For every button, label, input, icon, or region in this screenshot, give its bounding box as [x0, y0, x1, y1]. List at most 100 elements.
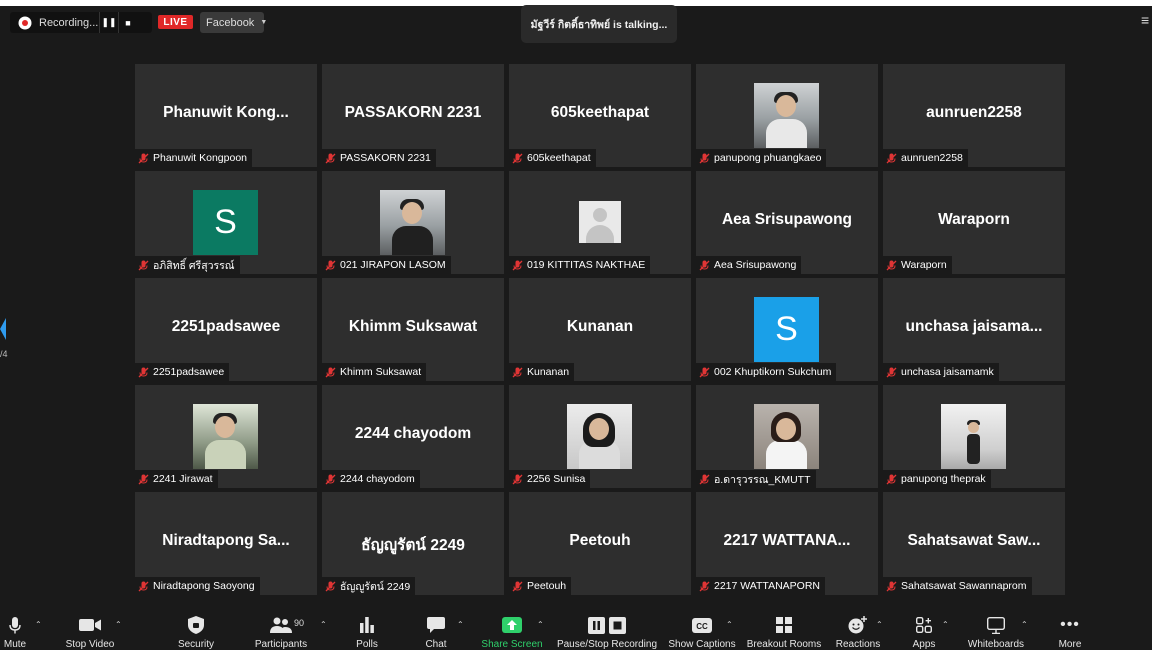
cloud-record-icon [18, 16, 32, 29]
previous-page-arrow-icon[interactable] [0, 318, 6, 340]
participant-tile[interactable]: Phanuwit Kong... Phanuwit Kongpoon [135, 64, 317, 167]
captions-options-caret-icon[interactable]: ⌃ [726, 620, 733, 629]
participant-tile[interactable]: 2256 Sunisa [509, 385, 691, 488]
muted-microphone-icon [325, 153, 336, 163]
security-button[interactable]: Security [175, 610, 217, 650]
whiteboards-options-caret-icon[interactable]: ⌃ [1021, 620, 1028, 629]
participant-display-name: Sahatsawat Saw... [907, 532, 1041, 549]
participant-name-text: panupong phuangkaeo [714, 152, 822, 164]
stop-recording-button[interactable]: ■ [118, 12, 137, 33]
participant-tile[interactable]: Waraporn Waraporn [883, 171, 1065, 274]
participant-tile[interactable]: 2217 WATTANA... 2217 WATTANAPORN [696, 492, 878, 595]
participant-name-label: 2241 Jirawat [135, 470, 218, 488]
participant-name-label: aunruen2258 [883, 149, 968, 167]
chat-options-caret-icon[interactable]: ⌃ [457, 620, 464, 629]
participant-name-text: 002 Khuptikorn Sukchum [714, 366, 832, 378]
participant-name-text: 021 JIRAPON LASOM [340, 259, 446, 271]
share-screen-button[interactable]: Share Screen [480, 610, 544, 650]
participant-tile[interactable]: PASSAKORN 2231 PASSAKORN 2231 [322, 64, 504, 167]
muted-microphone-icon [512, 581, 523, 591]
participant-tile[interactable]: S อภิสิทธิ์ ศรีสุวรรณ์ [135, 171, 317, 274]
participant-photo [941, 404, 1006, 469]
muted-microphone-icon [699, 474, 710, 484]
muted-microphone-icon [699, 260, 710, 270]
participant-name-text: Aea Srisupawong [714, 259, 797, 271]
participant-name-text: 2251padsawee [153, 366, 225, 378]
participant-name-text: 2256 Sunisa [527, 473, 586, 485]
chevron-down-icon: ▼ [260, 19, 268, 26]
participant-tile[interactable]: Peetouh Peetouh [509, 492, 691, 595]
live-badge: LIVE [158, 15, 193, 29]
view-switch-icon[interactable]: ≡ [1141, 12, 1149, 28]
participant-tile[interactable]: Kunanan Kunanan [509, 278, 691, 381]
muted-microphone-icon [325, 581, 336, 591]
mute-button[interactable]: Mute [0, 610, 30, 650]
participant-tile[interactable]: panupong phuangkaeo [696, 64, 878, 167]
participant-tile[interactable]: 021 JIRAPON LASOM [322, 171, 504, 274]
participant-name-label: Peetouh [509, 577, 572, 595]
video-options-caret-icon[interactable]: ⌃ [115, 620, 122, 629]
participant-tile[interactable]: unchasa jaisama... unchasa jaisamamk [883, 278, 1065, 381]
chat-bubble-icon [427, 617, 445, 633]
participant-photo [754, 83, 819, 148]
smiley-plus-icon [848, 616, 867, 634]
participants-count: 90 [294, 618, 305, 628]
participant-name-text: Kunanan [527, 366, 570, 378]
participants-options-caret-icon[interactable]: ⌃ [320, 620, 327, 629]
breakout-rooms-button[interactable]: Breakout Rooms [746, 610, 822, 650]
reactions-button[interactable]: Reactions [834, 610, 882, 650]
more-button[interactable]: ••• More [1052, 610, 1088, 650]
participant-tile[interactable]: 605keethapat 605keethapat [509, 64, 691, 167]
live-platform-dropdown[interactable]: Facebook ▼ [200, 12, 268, 33]
stop-video-button[interactable]: Stop Video [60, 610, 120, 650]
participant-tile[interactable]: Aea Srisupawong Aea Srisupawong [696, 171, 878, 274]
pause-recording-button[interactable]: ❚❚ [99, 12, 118, 33]
participant-display-name: Phanuwit Kong... [163, 104, 289, 121]
participant-name-label: Niradtapong Saoyong [135, 577, 260, 595]
participant-name-label: 002 Khuptikorn Sukchum [696, 363, 837, 381]
share-options-caret-icon[interactable]: ⌃ [537, 620, 544, 629]
participant-name-label: ธัญญูรัตน์ 2249 [322, 577, 416, 595]
participant-photo [567, 404, 632, 469]
participant-tile[interactable]: อ.ดารุวรรณ_KMUTT [696, 385, 878, 488]
recording-controls-icon [588, 616, 626, 634]
participant-display-name: PASSAKORN 2231 [344, 104, 482, 121]
participant-tile[interactable]: Sahatsawat Saw... Sahatsawat Sawannaprom [883, 492, 1065, 595]
participant-tile[interactable]: 019 KITTITAS NAKTHAE [509, 171, 691, 274]
breakout-rooms-icon [776, 617, 792, 633]
show-captions-button[interactable]: CC Show Captions [668, 610, 736, 650]
reactions-label: Reactions [835, 639, 881, 650]
muted-microphone-icon [138, 581, 149, 591]
pause-stop-recording-button[interactable]: Pause/Stop Recording [556, 610, 658, 650]
participant-tile[interactable]: 2251padsawee 2251padsawee [135, 278, 317, 381]
participants-button[interactable]: 90 Participants [252, 610, 310, 650]
participant-tile[interactable]: aunruen2258 aunruen2258 [883, 64, 1065, 167]
participant-tile[interactable]: 2241 Jirawat [135, 385, 317, 488]
participant-tile[interactable]: Khimm Suksawat Khimm Suksawat [322, 278, 504, 381]
participant-display-name: 605keethapat [550, 104, 650, 121]
participant-display-name: 2244 chayodom [354, 425, 472, 442]
audio-options-caret-icon[interactable]: ⌃ [35, 620, 42, 629]
participant-tile[interactable]: S 002 Khuptikorn Sukchum [696, 278, 878, 381]
participant-name-label: Khimm Suksawat [322, 363, 427, 381]
participant-tile[interactable]: Niradtapong Sa... Niradtapong Saoyong [135, 492, 317, 595]
participant-name-text: 019 KITTITAS NAKTHAE [527, 259, 646, 271]
muted-microphone-icon [325, 260, 336, 270]
chat-button[interactable]: Chat [416, 610, 456, 650]
active-speaker-banner: มัฐวีร์ กิตติ์ธาทิพย์ is talking... [521, 5, 677, 43]
apps-options-caret-icon[interactable]: ⌃ [942, 620, 949, 629]
polls-button[interactable]: Polls [347, 610, 387, 650]
apps-button[interactable]: Apps [906, 610, 942, 650]
participant-display-name: aunruen2258 [926, 104, 1022, 121]
participant-photo [754, 404, 819, 469]
mute-label: Mute [3, 639, 27, 650]
participant-name-text: Khimm Suksawat [340, 366, 422, 378]
reactions-options-caret-icon[interactable]: ⌃ [876, 620, 883, 629]
muted-microphone-icon [886, 581, 897, 591]
participant-tile[interactable]: panupong theprak [883, 385, 1065, 488]
whiteboards-button[interactable]: Whiteboards [964, 610, 1028, 650]
participant-tile[interactable]: 2244 chayodom 2244 chayodom [322, 385, 504, 488]
participant-name-label: unchasa jaisamamk [883, 363, 999, 381]
participant-tile[interactable]: ธัญญูรัตน์ 2249 ธัญญูรัตน์ 2249 [322, 492, 504, 595]
recording-indicator[interactable]: Recording... ❚❚ ■ [10, 12, 152, 33]
